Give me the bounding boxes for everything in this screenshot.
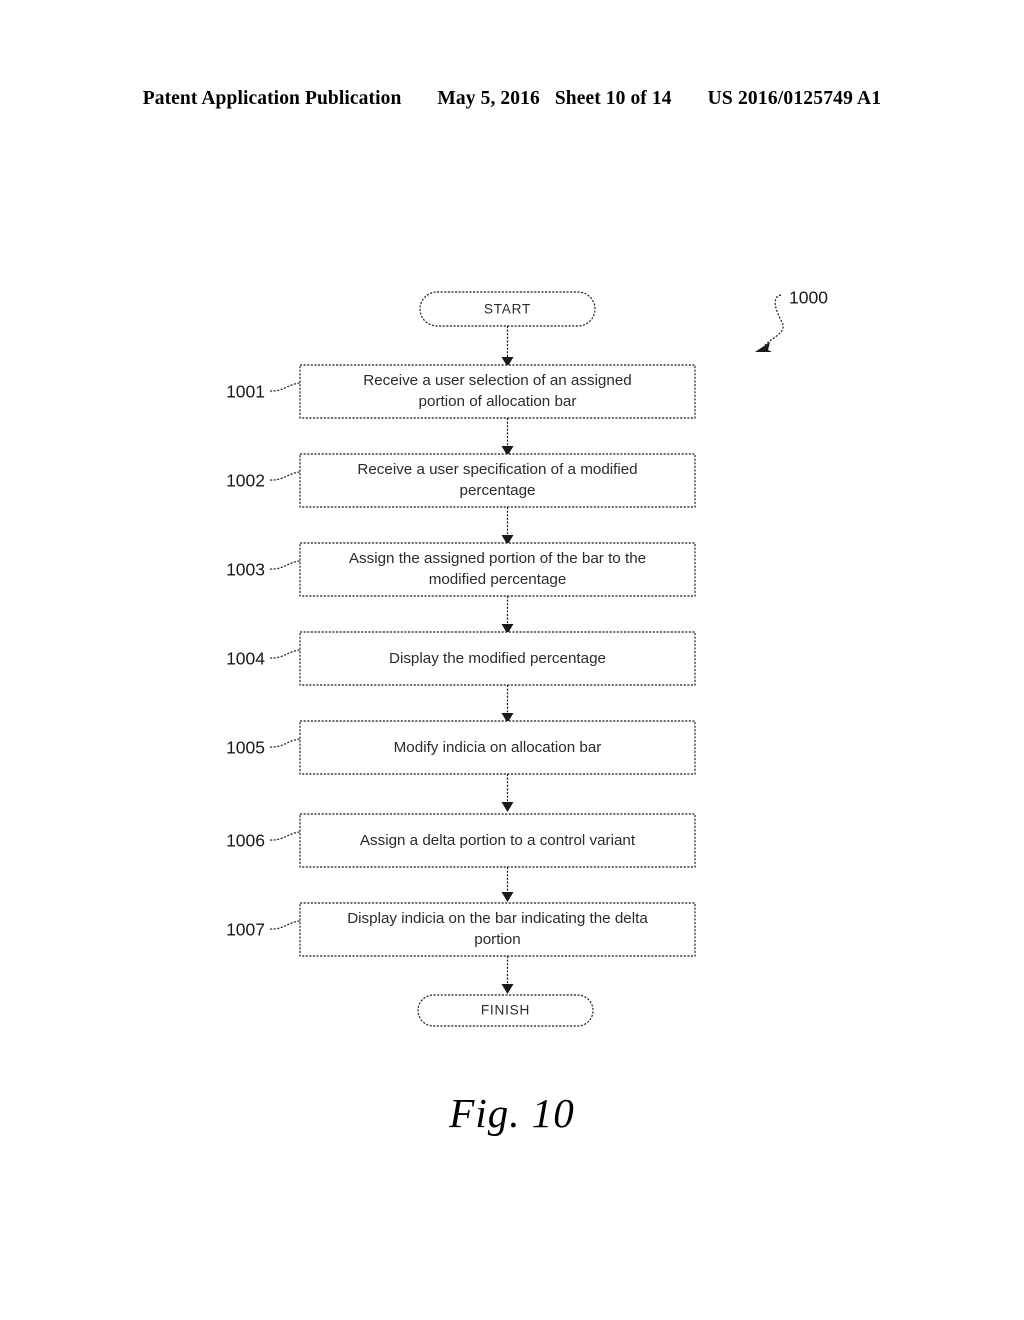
connector-1001-to-1002 bbox=[501, 418, 514, 456]
step-1004-reference-label: 1004 bbox=[226, 649, 265, 669]
flowchart-step-1002: Receive a user specification of a modifi… bbox=[226, 453, 696, 508]
flowchart-step-1005: Modify indicia on allocation bar 1005 bbox=[226, 720, 696, 775]
step-1007-text-line-1: Display indicia on the bar indicating th… bbox=[347, 910, 648, 927]
flowchart-finish-node: FINISH bbox=[417, 994, 594, 1027]
step-1005-text-line-1: Modify indicia on allocation bar bbox=[394, 739, 602, 756]
step-1002-leader-line bbox=[269, 471, 301, 481]
step-1007-leader-line bbox=[269, 920, 301, 930]
flowchart-step-1006: Assign a delta portion to a control vari… bbox=[226, 813, 696, 868]
connector-1006-to-1007 bbox=[501, 867, 514, 902]
step-1002-text-line-2: percentage bbox=[460, 482, 536, 499]
start-node-label: START bbox=[484, 302, 531, 317]
diagram-reference-1000: 1000 bbox=[755, 288, 828, 352]
step-1004-leader-line bbox=[269, 649, 301, 659]
reference-1000-leader-line bbox=[764, 294, 784, 346]
step-1006-reference-label: 1006 bbox=[226, 831, 265, 851]
connector-1003-to-1004 bbox=[501, 596, 514, 634]
step-1005-reference-label: 1005 bbox=[226, 738, 265, 758]
step-1006-leader-line bbox=[269, 831, 301, 841]
flowchart-step-1007: Display indicia on the bar indicating th… bbox=[226, 902, 696, 957]
step-1005-leader-line bbox=[269, 738, 301, 748]
step-1001-text-line-2: portion of allocation bar bbox=[419, 393, 577, 410]
connector-start-to-1001 bbox=[501, 326, 514, 367]
step-1001-reference-label: 1001 bbox=[226, 382, 265, 402]
flowchart-step-1001: Receive a user selection of an assigned … bbox=[226, 364, 696, 419]
step-1003-reference-label: 1003 bbox=[226, 560, 265, 580]
step-1003-leader-line bbox=[269, 560, 301, 570]
reference-1000-arrowhead bbox=[755, 342, 772, 352]
step-1002-text-line-1: Receive a user specification of a modifi… bbox=[357, 461, 637, 478]
flowchart-step-1003: Assign the assigned portion of the bar t… bbox=[226, 542, 696, 597]
flowchart-start-node: START bbox=[419, 291, 596, 327]
step-1006-text-line-1: Assign a delta portion to a control vari… bbox=[360, 832, 636, 849]
connector-1007-to-finish bbox=[501, 956, 514, 994]
figure-caption: Fig. 10 bbox=[449, 1090, 575, 1136]
connector-1004-to-1005 bbox=[501, 685, 514, 723]
step-1007-text-line-2: portion bbox=[474, 931, 520, 948]
step-1002-reference-label: 1002 bbox=[226, 471, 265, 491]
connector-1005-to-1006 bbox=[501, 774, 514, 812]
step-1001-text-line-1: Receive a user selection of an assigned bbox=[363, 372, 631, 389]
connector-1002-to-1003 bbox=[501, 507, 514, 545]
step-1007-reference-label: 1007 bbox=[226, 920, 265, 940]
step-1001-leader-line bbox=[269, 382, 301, 392]
step-1003-text-line-2: modified percentage bbox=[429, 571, 567, 588]
step-1003-text-line-1: Assign the assigned portion of the bar t… bbox=[349, 550, 646, 567]
flowchart-step-1004: Display the modified percentage 1004 bbox=[226, 631, 696, 686]
finish-node-label: FINISH bbox=[481, 1003, 530, 1018]
step-1004-text-line-1: Display the modified percentage bbox=[389, 650, 606, 667]
reference-1000-label: 1000 bbox=[789, 288, 828, 308]
